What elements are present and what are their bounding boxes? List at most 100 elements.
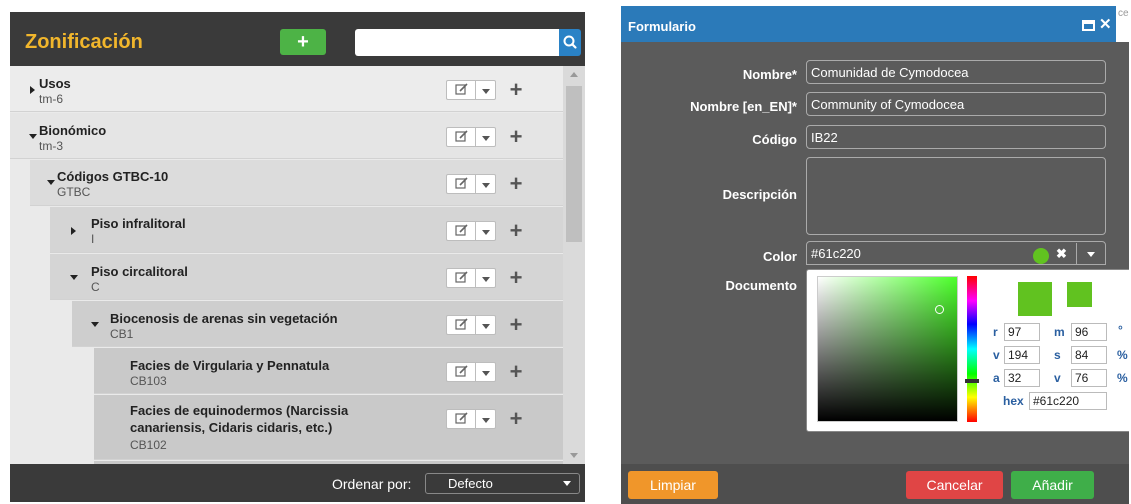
plus-icon[interactable]: +	[506, 407, 526, 431]
node-title-line2: canariensis, Cidaris cidaris, etc.)	[130, 420, 333, 435]
tree-node[interactable]: Facies de Virgularia y Pennatula CB103 +	[94, 348, 563, 394]
edit-button[interactable]	[446, 315, 476, 335]
collapse-arrow-icon[interactable]	[29, 134, 37, 139]
node-code: CB102	[130, 438, 167, 452]
edit-icon	[455, 177, 468, 189]
saturation-value-area[interactable]	[817, 276, 958, 422]
clear-icon[interactable]: ✖	[1056, 246, 1067, 262]
g-input[interactable]: 194	[1004, 346, 1040, 364]
expand-arrow-icon[interactable]	[30, 86, 35, 94]
divider	[1076, 243, 1077, 265]
descripcion-field[interactable]	[806, 157, 1106, 235]
node-code: GTBC	[57, 185, 91, 199]
s-input[interactable]: 84	[1071, 346, 1107, 364]
expand-arrow-icon[interactable]	[71, 227, 76, 235]
tree-node[interactable]: Bionómico tm-3 +	[10, 113, 563, 159]
scroll-up-icon[interactable]	[570, 72, 578, 77]
nombre-en-label: Nombre [en_EN]*	[690, 99, 797, 114]
node-code: CB103	[130, 374, 167, 388]
plus-icon[interactable]: +	[506, 266, 526, 290]
node-title: Códigos GTBC-10	[57, 169, 169, 184]
search-input[interactable]	[355, 29, 559, 56]
edit-button[interactable]	[446, 268, 476, 288]
color-preview-new	[1067, 282, 1092, 307]
edit-icon	[455, 83, 468, 95]
edit-button[interactable]	[446, 409, 476, 429]
v-input[interactable]: 76	[1071, 369, 1107, 387]
chevron-down-icon[interactable]	[476, 409, 496, 429]
chevron-down-icon	[563, 481, 571, 486]
clear-button[interactable]: Limpiar	[628, 471, 718, 499]
zone-tree: Usos tm-6 + Bionómico tm-3 + Códigos GTB…	[10, 66, 585, 464]
scroll-down-icon[interactable]	[570, 453, 578, 458]
chevron-down-icon[interactable]	[476, 80, 496, 100]
add-button[interactable]: Añadir	[1011, 471, 1094, 499]
collapse-arrow-icon[interactable]	[70, 275, 78, 280]
edit-button[interactable]	[446, 362, 476, 382]
add-button[interactable]: +	[280, 29, 326, 55]
edit-button[interactable]	[446, 80, 476, 100]
g-label: v	[993, 348, 1000, 362]
tree-node[interactable]: Biocenosis de arenas sin vegetación CB1 …	[72, 301, 563, 347]
zonificacion-panel: Zonificación + Usos tm-6 + Bionómico tm-…	[10, 12, 585, 502]
color-label: Color	[763, 249, 797, 264]
r-input[interactable]: 97	[1004, 323, 1040, 341]
hue-slider[interactable]	[967, 276, 977, 422]
chevron-down-icon[interactable]	[476, 221, 496, 241]
scrollbar-thumb[interactable]	[566, 86, 582, 242]
nombre-field[interactable]: Comunidad de Cymodocea	[806, 60, 1106, 84]
chevron-down-icon[interactable]	[476, 174, 496, 194]
b-input[interactable]: 32	[1004, 369, 1040, 387]
node-code: I	[91, 232, 95, 246]
chevron-down-icon[interactable]	[476, 362, 496, 382]
plus-icon[interactable]: +	[506, 125, 526, 149]
s-label: s	[1054, 348, 1061, 362]
tree-node[interactable]: Facies de equinodermos (Narcissia canari…	[94, 395, 563, 460]
panel-header: Zonificación +	[10, 12, 585, 66]
cancel-button[interactable]: Cancelar	[906, 471, 1003, 499]
degree-unit: °	[1118, 323, 1123, 337]
r-label: r	[993, 325, 998, 339]
edit-button[interactable]	[446, 127, 476, 147]
collapse-arrow-icon[interactable]	[91, 322, 99, 327]
search-button[interactable]	[559, 29, 581, 56]
plus-icon[interactable]: +	[506, 360, 526, 384]
h-input[interactable]: 96	[1071, 323, 1107, 341]
chevron-down-icon[interactable]	[476, 315, 496, 335]
search-icon	[563, 35, 577, 49]
hue-handle-icon[interactable]	[965, 379, 979, 383]
color-preview-old	[1018, 282, 1052, 316]
hex-input[interactable]: #61c220	[1029, 392, 1107, 410]
tree-node[interactable]: Piso infralitoral I +	[50, 207, 563, 253]
node-code: tm-3	[39, 139, 63, 153]
tree-node[interactable]: Códigos GTBC-10 GTBC +	[30, 160, 563, 206]
sort-select[interactable]: Defecto	[425, 473, 580, 494]
sort-value: Defecto	[448, 476, 493, 491]
chevron-down-icon[interactable]	[476, 268, 496, 288]
tree-node[interactable]: Usos tm-6 +	[10, 66, 563, 112]
plus-icon[interactable]: +	[506, 313, 526, 337]
edit-button[interactable]	[446, 221, 476, 241]
collapse-arrow-icon[interactable]	[47, 180, 55, 185]
node-title: Piso infralitoral	[91, 216, 186, 231]
plus-icon[interactable]: +	[506, 219, 526, 243]
close-icon[interactable]: ✕	[1099, 17, 1112, 32]
edit-button[interactable]	[446, 174, 476, 194]
chevron-down-icon[interactable]	[1087, 252, 1095, 257]
node-title: Biocenosis de arenas sin vegetación	[110, 311, 338, 326]
chevron-down-icon[interactable]	[476, 127, 496, 147]
plus-icon[interactable]: +	[506, 172, 526, 196]
plus-icon[interactable]: +	[506, 78, 526, 102]
maximize-icon[interactable]	[1082, 20, 1095, 31]
edit-icon	[455, 224, 468, 236]
codigo-field[interactable]: IB22	[806, 125, 1106, 149]
tree-node[interactable]: Piso circalitoral C +	[50, 254, 563, 300]
node-title: Facies de equinodermos (Narcissia	[130, 403, 349, 418]
edit-icon	[455, 130, 468, 142]
nombre-en-field[interactable]: Community of Cymodocea	[806, 92, 1106, 116]
dialog-title: Formulario	[628, 19, 696, 34]
picker-handle-icon[interactable]	[935, 305, 944, 314]
hex-label: hex	[1003, 394, 1024, 408]
node-title: Usos	[39, 76, 71, 91]
panel-title: Zonificación	[25, 31, 143, 53]
